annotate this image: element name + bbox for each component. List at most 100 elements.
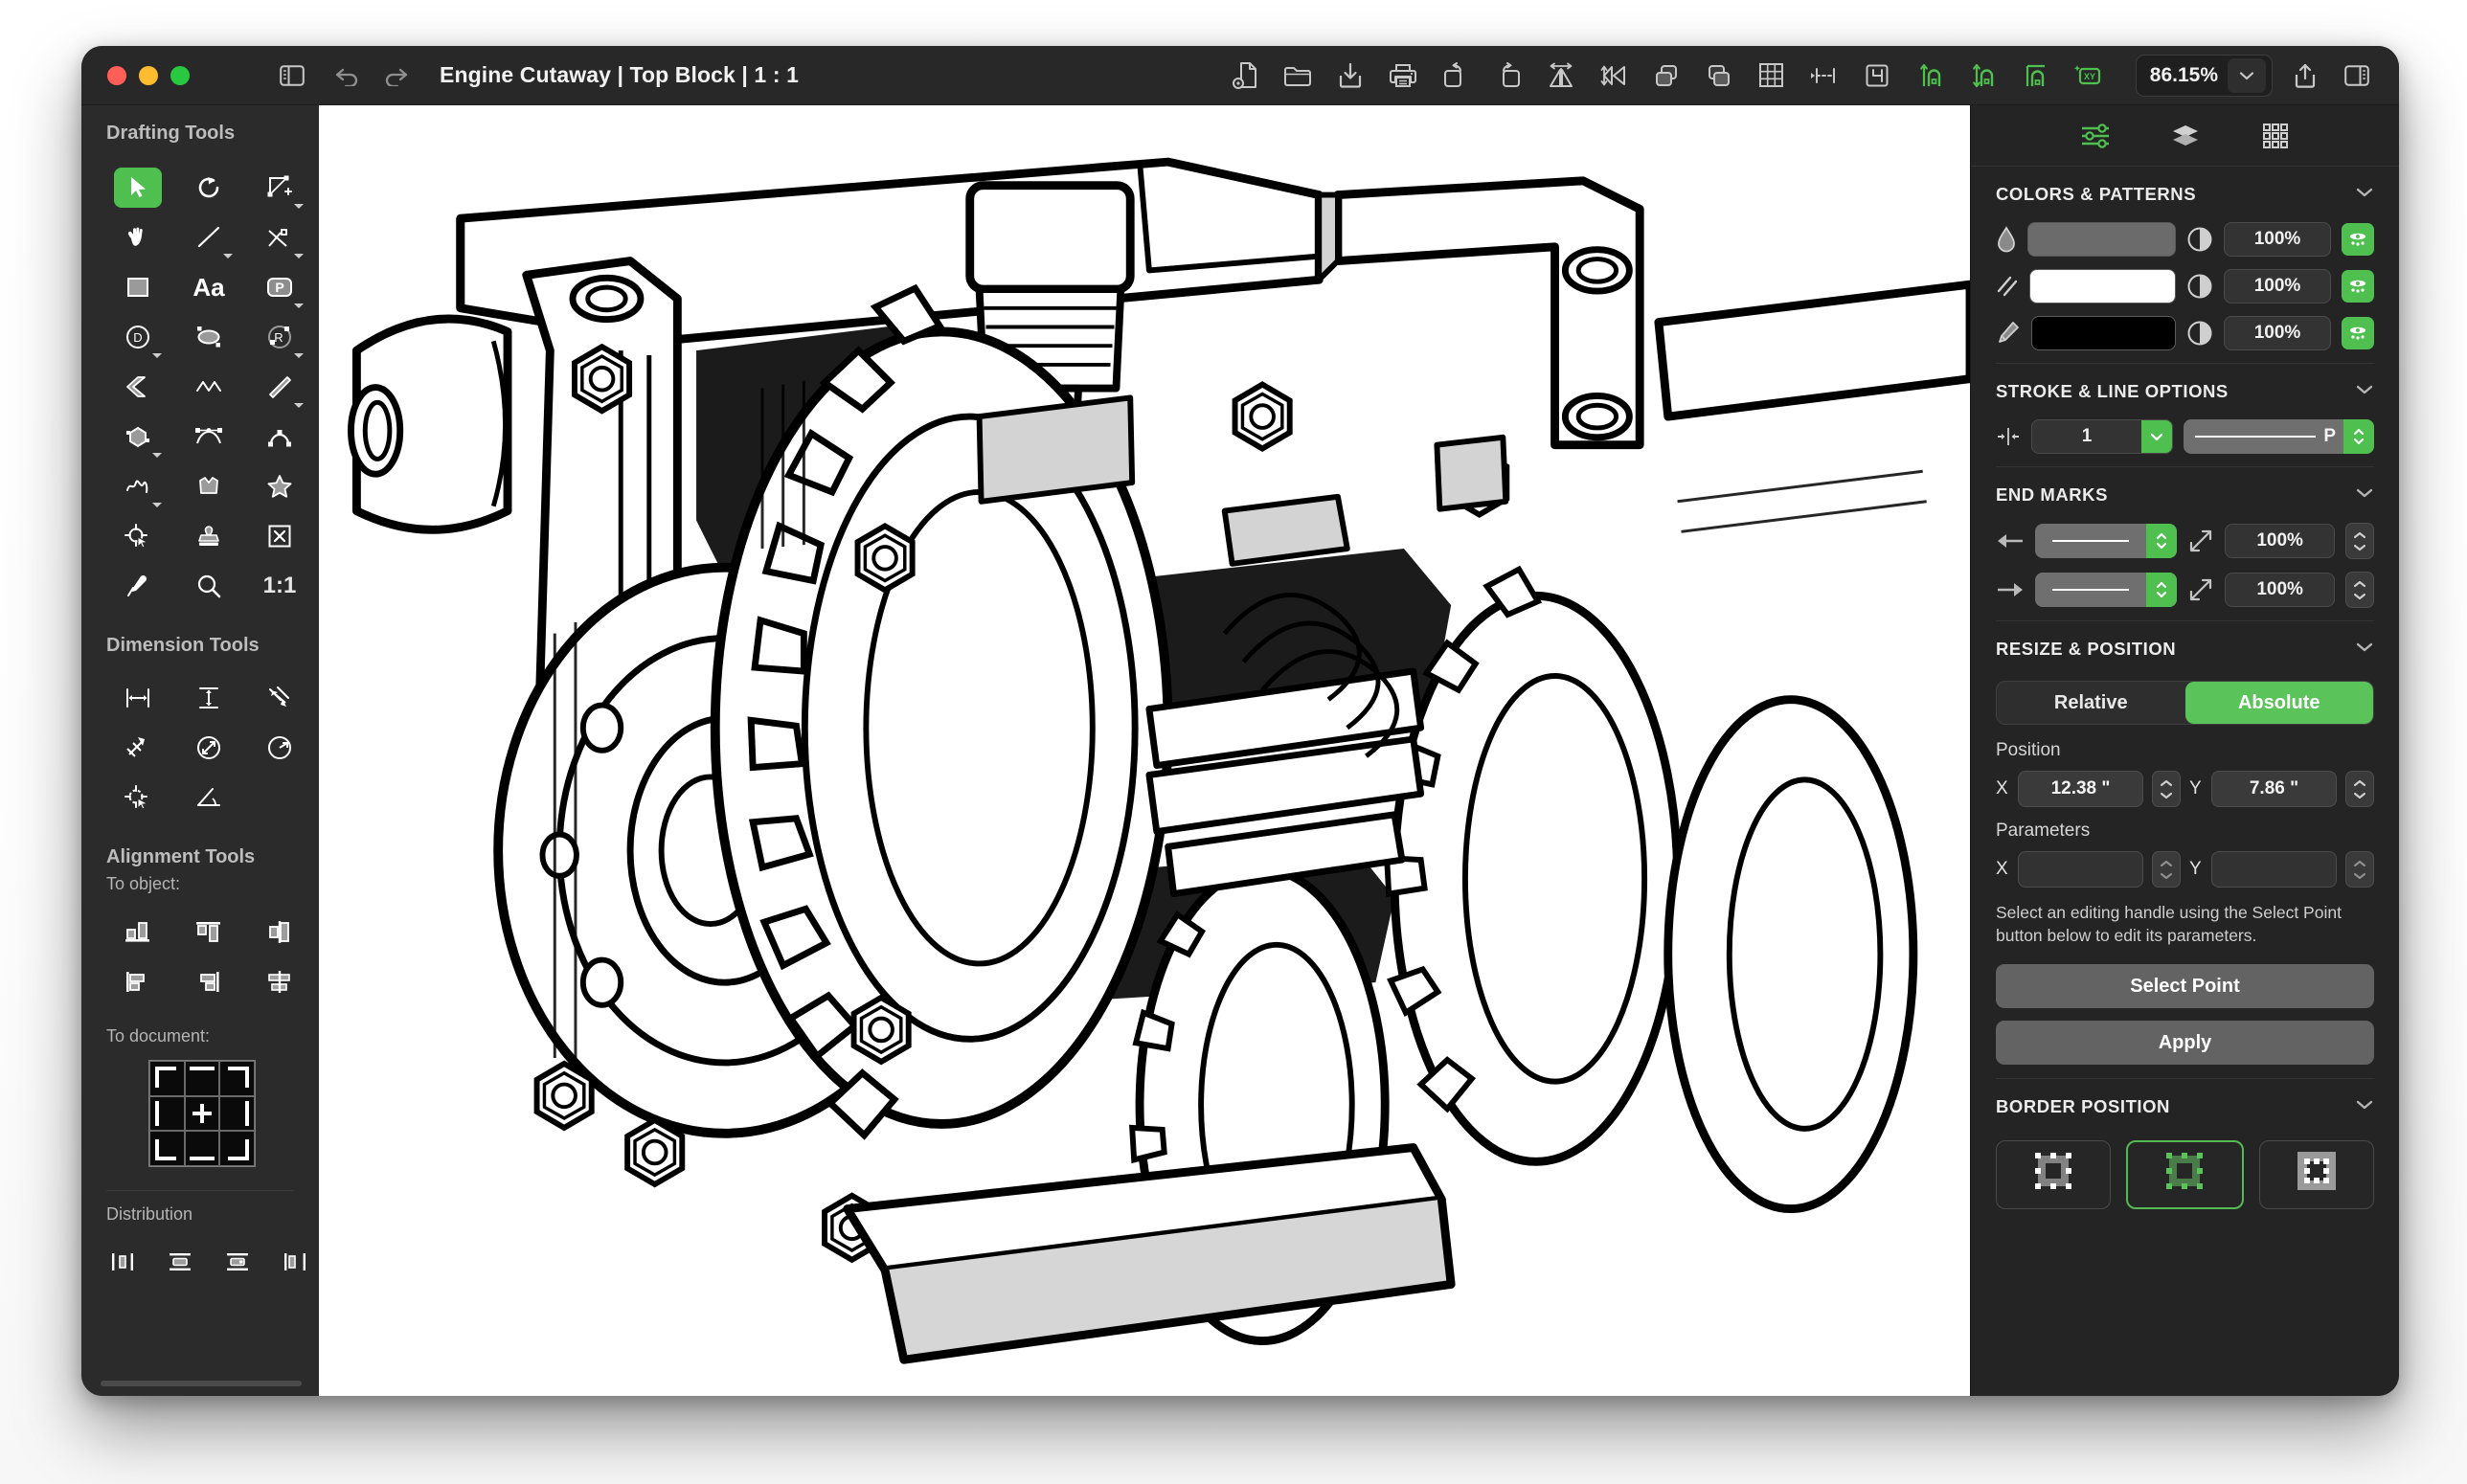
- position-x-field[interactable]: 12.38 ": [2018, 771, 2143, 807]
- absolute-mode-button[interactable]: Absolute: [2184, 682, 2373, 724]
- distribute-vertical-right[interactable]: [214, 1238, 261, 1286]
- grid-icon[interactable]: [1753, 56, 1791, 95]
- chevron-down-icon[interactable]: [152, 503, 162, 507]
- flip-vertical-icon[interactable]: [1595, 56, 1633, 95]
- end-mark-stepper[interactable]: [2345, 572, 2374, 608]
- freehand-tool[interactable]: [102, 462, 173, 510]
- arc-tool[interactable]: [244, 413, 315, 461]
- chevron-down-icon[interactable]: [294, 254, 304, 259]
- chevron-down-icon[interactable]: [2355, 641, 2374, 658]
- rotate-right-icon[interactable]: [1489, 56, 1528, 95]
- border-position-section-header[interactable]: BORDER POSITION: [1996, 1079, 2374, 1135]
- distribute-vertical-centers[interactable]: [156, 1238, 204, 1286]
- border-inside-option[interactable]: [1996, 1140, 2112, 1210]
- select-tool[interactable]: [102, 164, 173, 212]
- align-doc-bottom-right[interactable]: [219, 1131, 255, 1166]
- bring-forward-icon[interactable]: [1647, 56, 1686, 95]
- align-top[interactable]: [173, 908, 244, 956]
- drawing-canvas[interactable]: [319, 105, 1970, 1396]
- rotate-tool[interactable]: [173, 164, 244, 212]
- up-down-chevrons-icon[interactable]: [2146, 573, 2178, 607]
- leader-dimension[interactable]: [102, 724, 173, 772]
- chevron-down-icon[interactable]: [2355, 486, 2374, 504]
- pen-opacity-field[interactable]: 100%: [2224, 316, 2331, 350]
- end-mark-style-field[interactable]: [2035, 573, 2178, 607]
- align-doc-bottom-left[interactable]: [149, 1131, 185, 1166]
- align-center-vertical[interactable]: [244, 908, 315, 956]
- chevron-down-icon[interactable]: [2355, 186, 2374, 203]
- text-tool[interactable]: Aa: [173, 263, 244, 311]
- align-doc-middle-right[interactable]: [219, 1095, 255, 1132]
- up-down-chevrons-icon[interactable]: [2146, 524, 2178, 558]
- pan-tool[interactable]: [102, 214, 173, 261]
- chevron-down-icon[interactable]: [2355, 383, 2374, 400]
- stamp-tool[interactable]: [173, 512, 244, 560]
- flip-horizontal-icon[interactable]: [1542, 56, 1580, 95]
- pencil-icon[interactable]: [1996, 320, 2021, 347]
- stroke-width-field[interactable]: 1: [2031, 419, 2173, 454]
- border-outside-option[interactable]: [2258, 1140, 2374, 1210]
- diameter-tool[interactable]: D: [102, 313, 173, 361]
- polygon-tool[interactable]: [102, 413, 173, 461]
- nine-cell-align-grid-icon[interactable]: [148, 1060, 256, 1167]
- pattern-toggle-icon[interactable]: [2342, 317, 2374, 349]
- snap-corner-icon[interactable]: [2016, 56, 2054, 95]
- distribute-horizontal-centers[interactable]: [99, 1238, 147, 1286]
- sidebar-horizontal-scrollbar[interactable]: [101, 1381, 302, 1386]
- share-icon[interactable]: [2286, 56, 2324, 95]
- fill-color-swatch[interactable]: [2027, 222, 2176, 257]
- end-marks-section-header[interactable]: END MARKS: [1996, 467, 2374, 523]
- chevron-down-icon[interactable]: [294, 353, 304, 358]
- angle-dimension[interactable]: [173, 774, 244, 821]
- ellipse-tool[interactable]: [173, 313, 244, 361]
- pattern-toggle-icon[interactable]: [2342, 270, 2374, 303]
- contrast-half-icon[interactable]: [2186, 273, 2213, 300]
- chevron-down-icon[interactable]: [294, 304, 304, 308]
- apply-button[interactable]: Apply: [1996, 1021, 2374, 1066]
- crop-icon[interactable]: [1858, 56, 1896, 95]
- radius-dimension[interactable]: [244, 724, 315, 772]
- start-mark-stepper[interactable]: [2345, 523, 2374, 559]
- parallel-line-tool[interactable]: [244, 363, 315, 411]
- pen-color-swatch[interactable]: [2031, 316, 2176, 350]
- up-down-chevrons-icon[interactable]: [2343, 419, 2374, 454]
- tab-attributes[interactable]: [2073, 117, 2117, 155]
- align-doc-top-center[interactable]: [184, 1061, 220, 1096]
- distribute-horizontal-edges[interactable]: [271, 1238, 319, 1286]
- vertical-dimension[interactable]: [173, 674, 244, 722]
- stroke-style-field[interactable]: P: [2184, 419, 2374, 454]
- chevron-down-icon[interactable]: [223, 254, 233, 259]
- redo-icon[interactable]: [376, 56, 415, 95]
- chevron-down-icon[interactable]: [152, 453, 162, 458]
- fill-opacity-field[interactable]: 100%: [2224, 222, 2331, 257]
- stroke-opacity-field[interactable]: 100%: [2224, 269, 2331, 304]
- parameters-y-field[interactable]: [2211, 851, 2337, 888]
- sidebar-left-icon[interactable]: [273, 56, 311, 95]
- reference-point-tool[interactable]: [102, 512, 173, 560]
- snap-points-icon[interactable]: [1805, 56, 1844, 95]
- minimize-button[interactable]: [139, 65, 158, 85]
- align-right[interactable]: [173, 957, 244, 1005]
- document-settings-icon[interactable]: [1226, 56, 1264, 95]
- datum-point[interactable]: [102, 774, 173, 821]
- sidebar-right-icon[interactable]: [2338, 56, 2376, 95]
- position-y-field[interactable]: 7.86 ": [2211, 771, 2337, 807]
- polyline-tool[interactable]: [173, 363, 244, 411]
- chevron-down-icon[interactable]: [294, 204, 304, 209]
- zoom-button[interactable]: [170, 65, 190, 85]
- rectangle-tool[interactable]: [102, 263, 173, 311]
- actual-size-tool[interactable]: 1:1: [244, 562, 315, 610]
- chevron-down-icon[interactable]: [2355, 1098, 2374, 1115]
- folder-icon[interactable]: [1279, 56, 1317, 95]
- send-backward-icon[interactable]: [1700, 56, 1738, 95]
- parameters-x-field[interactable]: [2018, 851, 2143, 888]
- line-tool[interactable]: [173, 214, 244, 261]
- delete-point-tool[interactable]: [244, 512, 315, 560]
- radius-tool[interactable]: R: [244, 313, 315, 361]
- droplet-icon[interactable]: [1996, 225, 2017, 254]
- parameters-y-stepper[interactable]: [2345, 851, 2374, 888]
- rotate-left-icon[interactable]: [1437, 56, 1475, 95]
- blob-shape-tool[interactable]: [173, 462, 244, 510]
- start-mark-scale-field[interactable]: 100%: [2225, 524, 2335, 558]
- parameters-x-stepper[interactable]: [2152, 851, 2181, 888]
